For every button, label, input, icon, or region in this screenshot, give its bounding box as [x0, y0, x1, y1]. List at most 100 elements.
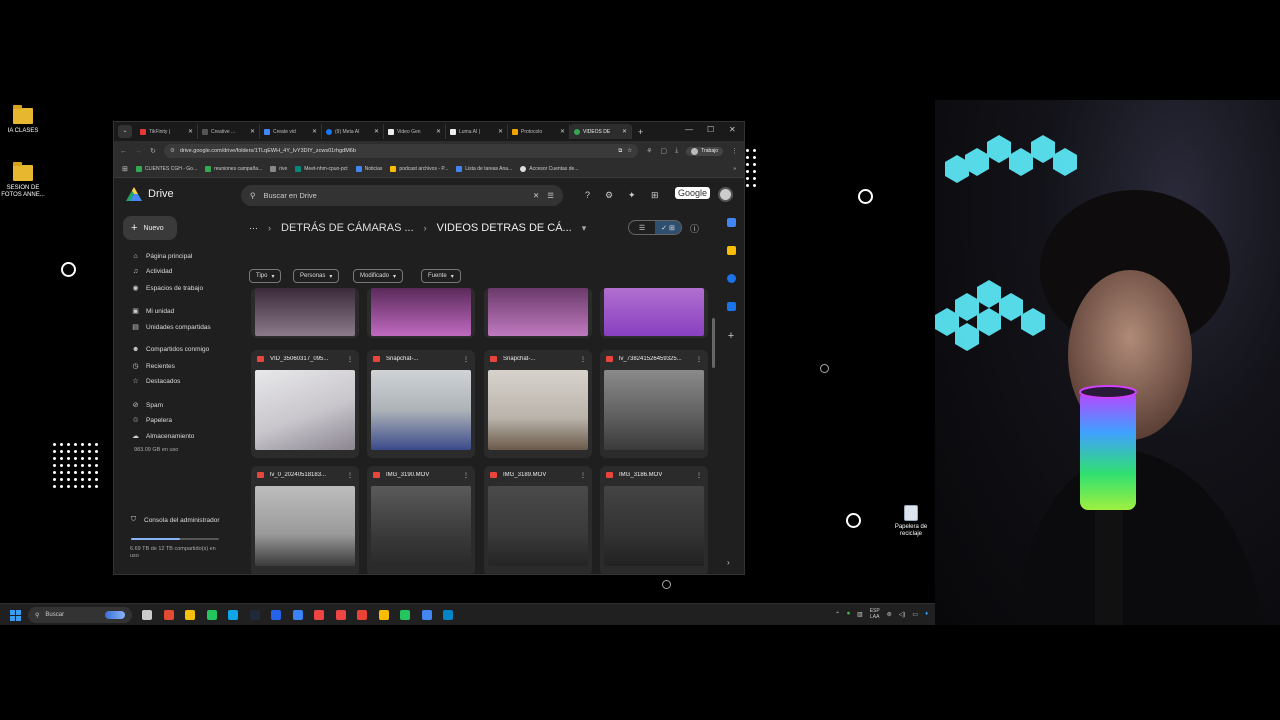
add-addon-icon[interactable]: +	[721, 330, 741, 342]
taskbar-app-icon[interactable]	[314, 610, 324, 620]
site-info-icon[interactable]: ⚙	[170, 148, 175, 154]
minimize-icon[interactable]: —	[685, 125, 693, 134]
apps-grid-icon[interactable]: ⊞	[651, 190, 659, 201]
microphone-icon[interactable]: ⏺	[847, 611, 850, 618]
list-view-icon[interactable]: ☰	[629, 221, 655, 234]
file-card[interactable]: Snapchat-... ⋮	[367, 350, 475, 458]
file-card[interactable]: VID_35060317_095... ⋮	[251, 350, 359, 458]
drive-logo[interactable]: Drive	[126, 187, 174, 201]
more-bookmarks-icon[interactable]: »	[733, 166, 736, 172]
notification-bell-icon[interactable]: ♦	[925, 611, 928, 617]
search-icon[interactable]: ⚲	[250, 191, 256, 200]
view-toggle[interactable]: ☰ ✓ ⊞	[628, 220, 682, 235]
taskbar-app-icon[interactable]	[163, 610, 174, 620]
search-bar[interactable]: ⚲ Buscar en Drive ✕ ☰	[241, 185, 563, 206]
filter-people[interactable]: Personas ▾	[293, 269, 340, 283]
search-options-icon[interactable]: ☰	[547, 191, 554, 200]
taskbar-app-icon[interactable]	[400, 610, 410, 620]
file-card-partial[interactable]	[367, 288, 475, 338]
taskbar-app-icon[interactable]	[292, 610, 303, 620]
file-card[interactable]: IMG_3186.MOV ⋮	[600, 466, 708, 574]
menu-icon[interactable]: ⋮	[731, 147, 738, 155]
file-card[interactable]: IMG_3190.MOV ⋮	[367, 466, 475, 574]
more-options-icon[interactable]: ⋮	[463, 356, 469, 363]
taskbar-app-icon[interactable]	[185, 610, 195, 620]
wifi-icon[interactable]: ⊚	[887, 611, 892, 618]
nav-item-shared-drives[interactable]: ▤ Unidades compartidas	[132, 323, 211, 332]
file-card[interactable]: IMG_3189.MOV ⋮	[484, 466, 592, 574]
file-card-partial[interactable]	[251, 288, 359, 338]
file-card-partial[interactable]	[600, 288, 708, 338]
admin-console-link[interactable]: ⛉ Consola del administrador	[130, 516, 220, 524]
more-options-icon[interactable]: ⋮	[580, 472, 586, 479]
tray-app-icon[interactable]: ▥	[857, 611, 863, 618]
nav-item-home[interactable]: ⌂ Página principal	[132, 253, 192, 260]
taskbar-app-icon[interactable]	[335, 610, 346, 620]
tab-list-button[interactable]: ⌄	[118, 125, 132, 138]
profile-chip[interactable]: Trabajo	[686, 146, 723, 156]
calendar-icon[interactable]	[726, 218, 736, 227]
taskbar-app-icon[interactable]	[443, 610, 453, 620]
browser-tab[interactable]: (9) Meta AI ✕	[322, 124, 384, 139]
bookmark-item[interactable]: reuniones campaña...	[205, 166, 262, 172]
taskbar-search[interactable]: ⚲ Buscar	[28, 607, 132, 623]
help-icon[interactable]: ?	[585, 190, 590, 200]
more-options-icon[interactable]: ⋮	[696, 472, 702, 479]
more-options-icon[interactable]: ⋮	[580, 356, 586, 363]
google-account-badge[interactable]: Google	[675, 187, 711, 199]
account-avatar[interactable]	[718, 187, 733, 202]
info-icon[interactable]: ⓘ	[690, 222, 699, 235]
browser-tab[interactable]: Protocolo ✕	[508, 124, 570, 139]
tasks-icon[interactable]	[726, 274, 736, 283]
taskbar-app-icon[interactable]	[249, 610, 260, 620]
filter-source[interactable]: Fuente ▾	[421, 269, 461, 283]
bookmark-item[interactable]: podcast archivos - P...	[390, 166, 448, 172]
taskbar-app-icon[interactable]	[228, 610, 238, 620]
taskbar-app-icon[interactable]	[142, 610, 152, 620]
reload-icon[interactable]: ↻	[150, 147, 156, 155]
content-scrollbar[interactable]	[712, 318, 715, 368]
new-tab-button[interactable]: +	[638, 127, 643, 137]
more-options-icon[interactable]: ⋮	[347, 356, 353, 363]
close-icon[interactable]: ✕	[250, 128, 255, 135]
filter-modified[interactable]: Modificado ▾	[353, 269, 404, 283]
filter-type[interactable]: Tipo ▾	[249, 269, 282, 283]
search-input[interactable]: Buscar en Drive	[264, 191, 525, 200]
nav-item-spam[interactable]: ⊘ Spam	[132, 401, 163, 410]
breadcrumb-current[interactable]: VIDEOS DETRAS DE CÁ...	[437, 222, 572, 234]
taskbar-app-icon[interactable]	[357, 610, 367, 620]
windows-start-icon[interactable]	[10, 610, 21, 621]
clear-search-icon[interactable]: ✕	[533, 191, 539, 200]
nav-item-recent[interactable]: ◷ Recientes	[132, 362, 174, 371]
breadcrumb-item[interactable]: DETRÁS DE CÁMARAS ...	[281, 222, 414, 234]
more-options-icon[interactable]: ⋮	[696, 356, 702, 363]
nav-item-shared-with-me[interactable]: ☻ Compartidos conmigo	[132, 346, 209, 353]
browser-tab[interactable]: TikFinity | ✕	[136, 124, 198, 139]
nav-item-starred[interactable]: ☆ Destacados	[132, 377, 180, 386]
file-card[interactable]: Snapchat-... ⋮	[484, 350, 592, 458]
extensions-icon[interactable]: ⚘	[646, 147, 652, 155]
browser-tab[interactable]: Creative ... ✕	[198, 124, 260, 139]
close-icon[interactable]: ✕	[560, 128, 565, 135]
nav-item-my-drive[interactable]: ▣ Mi unidad	[132, 307, 174, 316]
language-indicator[interactable]: ESP LAA	[870, 608, 880, 620]
taskbar-app-icon[interactable]	[271, 610, 281, 620]
more-options-icon[interactable]: ⋮	[347, 472, 353, 479]
desktop-folder-ia-clases[interactable]: IA CLASES	[0, 105, 49, 135]
desktop-folder-sesion-fotos[interactable]: SESION DE FOTOS ANNE...	[0, 162, 49, 199]
bookmark-item[interactable]: rive	[270, 166, 287, 172]
browser-tab-active[interactable]: VIDEOS DE ✕	[570, 124, 632, 139]
bookmark-item[interactable]: Meet-nhm-cpuo-pct	[295, 166, 348, 172]
taskbar-app-icon[interactable]	[421, 610, 432, 620]
back-icon[interactable]: ←	[120, 148, 127, 155]
bookmark-item[interactable]: Accesor Cuentas de...	[520, 166, 578, 172]
browser-tab[interactable]: Create vid ✕	[260, 124, 322, 139]
chevron-down-icon[interactable]: ▾	[582, 223, 587, 234]
chevron-up-icon[interactable]: ⌃	[835, 611, 840, 618]
url-field[interactable]: ⚙ drive.google.com/drive/folders/1TLqEWH…	[163, 144, 639, 158]
close-icon[interactable]: ✕	[436, 128, 441, 135]
maximize-icon[interactable]: ☐	[707, 125, 714, 134]
nav-item-storage[interactable]: ☁ Almacenamiento	[132, 432, 194, 441]
contacts-icon[interactable]	[726, 302, 736, 311]
close-icon[interactable]: ✕	[498, 128, 503, 135]
